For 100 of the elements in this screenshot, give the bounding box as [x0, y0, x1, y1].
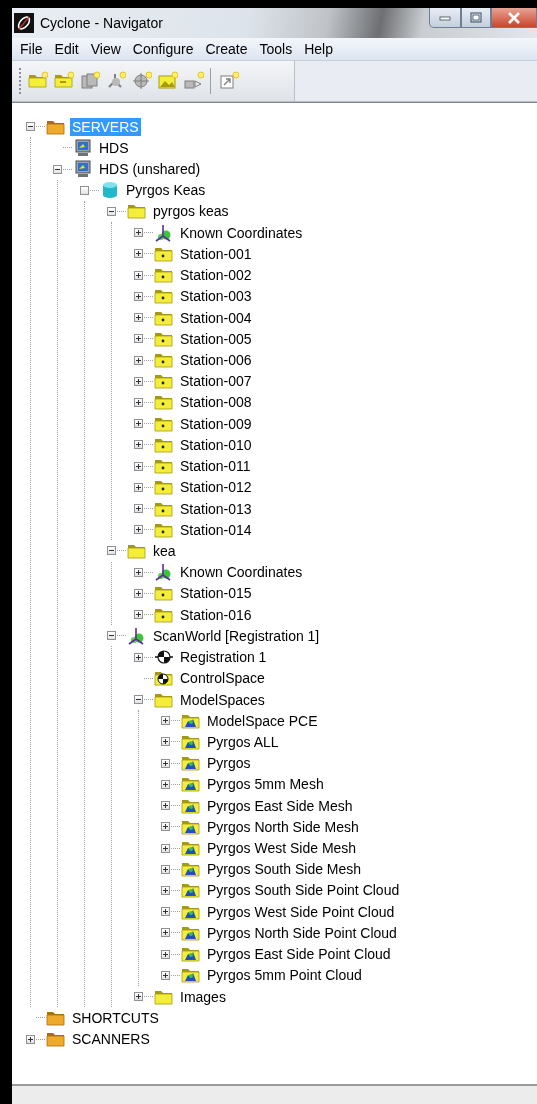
tree-item[interactable]: Pyrgos East Side Point Cloud [205, 945, 393, 964]
expand-button[interactable] [134, 376, 143, 386]
expand-button[interactable] [161, 886, 170, 895]
expand-button[interactable] [134, 419, 143, 429]
menu-item[interactable]: File [14, 41, 49, 57]
expand-button[interactable] [161, 779, 170, 789]
plus-icon [135, 377, 142, 385]
expand-button[interactable] [161, 843, 170, 853]
expand-button[interactable] [134, 482, 143, 492]
tree-item[interactable]: ControlSpace [178, 669, 267, 688]
plus-icon [135, 271, 142, 279]
expand-button[interactable] [134, 504, 143, 514]
tree-item[interactable]: Known Coordinates [178, 563, 305, 582]
expand-button[interactable] [134, 397, 143, 407]
expand-button[interactable] [161, 949, 170, 959]
tree-item[interactable]: Pyrgos West Side Point Cloud [205, 902, 397, 921]
tree-item[interactable]: HDS (unshared) [97, 160, 203, 179]
expand-button[interactable] [134, 270, 143, 280]
expand-button[interactable] [134, 992, 143, 1002]
expand-button[interactable] [134, 652, 143, 662]
tree-item[interactable]: HDS [97, 138, 131, 157]
minus-icon [108, 208, 115, 215]
tree-item[interactable]: ModelSpaces [178, 690, 267, 709]
pages-star-icon [79, 71, 100, 91]
close-button[interactable] [491, 8, 537, 28]
expand-button[interactable] [134, 228, 143, 238]
menu-item[interactable]: Create [199, 41, 254, 57]
expand-button[interactable] [134, 610, 143, 620]
tree-item[interactable]: Station-007 [178, 372, 254, 391]
tree-item[interactable]: Station-005 [178, 329, 254, 348]
menu-item[interactable]: Help [298, 41, 339, 57]
tree-item[interactable]: Known Coordinates [178, 223, 305, 242]
expand-button[interactable] [134, 567, 143, 577]
menu-item[interactable]: Edit [48, 41, 85, 57]
tree-item[interactable]: pyrgos keas [151, 202, 231, 221]
collapse-button[interactable] [107, 546, 116, 556]
expand-button[interactable] [161, 716, 170, 726]
expand-button[interactable] [134, 313, 143, 323]
collapse-button[interactable] [107, 207, 116, 216]
expand-button[interactable] [161, 801, 170, 811]
tree-item[interactable]: kea [151, 542, 178, 560]
tree-item[interactable]: Pyrgos East Side Mesh [205, 796, 355, 815]
expand-button[interactable] [134, 291, 143, 301]
collapse-button[interactable] [134, 695, 143, 704]
expand-button[interactable] [134, 525, 143, 535]
expand-button[interactable] [134, 334, 143, 344]
tree-item[interactable]: Registration 1 [178, 648, 269, 667]
minimize-button[interactable] [429, 8, 461, 28]
tree-item[interactable]: Pyrgos Keas [124, 181, 208, 200]
tree-item[interactable]: Station-013 [178, 499, 254, 518]
tree-item[interactable]: Pyrgos 5mm Mesh [205, 775, 326, 794]
tree-item[interactable]: Pyrgos North Side Mesh [205, 817, 361, 836]
expand-button[interactable] [161, 970, 170, 980]
tree-item[interactable]: Station-004 [178, 308, 254, 327]
collapse-button[interactable] [26, 122, 35, 132]
collapse-button[interactable] [107, 631, 116, 641]
tree-item[interactable]: Images [178, 987, 228, 1006]
expand-button[interactable] [161, 907, 170, 917]
tree-item[interactable]: Station-014 [178, 520, 254, 539]
menu-item[interactable]: Tools [253, 41, 299, 57]
tree-item[interactable]: ScanWorld [Registration 1] [151, 626, 322, 645]
tree-item[interactable]: Pyrgos [205, 754, 253, 773]
tree-item[interactable]: Station-010 [178, 435, 254, 454]
menu-item[interactable]: Configure [126, 41, 200, 57]
tree-item[interactable]: Station-006 [178, 351, 254, 369]
expand-button[interactable] [161, 737, 170, 747]
tree-item[interactable]: Station-012 [178, 478, 254, 497]
tree-item[interactable]: ModelSpace PCE [205, 711, 320, 730]
tree-item[interactable]: Pyrgos 5mm Point Cloud [205, 966, 364, 985]
tree-item[interactable]: Station-016 [178, 605, 254, 624]
plus-icon [135, 462, 142, 470]
expander-box[interactable] [80, 185, 89, 195]
expand-button[interactable] [134, 440, 143, 450]
tree-item[interactable]: Pyrgos South Side Point Cloud [205, 881, 402, 900]
collapse-button[interactable] [53, 164, 62, 174]
maximize-button[interactable] [461, 8, 491, 28]
expand-button[interactable] [161, 822, 170, 832]
tree-item[interactable]: Station-015 [178, 584, 254, 603]
tree-item[interactable]: Pyrgos North Side Point Cloud [205, 923, 399, 942]
expand-button[interactable] [134, 588, 143, 598]
tree-item[interactable]: SHORTCUTS [70, 1008, 161, 1027]
expand-button[interactable] [161, 758, 170, 768]
tree-item[interactable]: Pyrgos South Side Mesh [205, 860, 364, 879]
menu-item[interactable]: View [84, 41, 127, 57]
expand-button[interactable] [26, 1034, 35, 1044]
expand-button[interactable] [134, 355, 143, 365]
tree-item[interactable]: Station-008 [178, 393, 254, 412]
tree-item[interactable]: Station-002 [178, 266, 254, 285]
expand-button[interactable] [161, 864, 170, 874]
expand-button[interactable] [161, 928, 170, 938]
tree-item[interactable]: Station-001 [178, 244, 254, 263]
expand-button[interactable] [134, 461, 143, 471]
expand-button[interactable] [134, 249, 143, 259]
tree-item[interactable]: Station-009 [178, 414, 254, 433]
tree-item[interactable]: SCANNERS [70, 1030, 152, 1048]
plus-icon [135, 653, 142, 661]
tree-item[interactable]: Pyrgos ALL [205, 732, 281, 751]
tree-item[interactable]: Station-003 [178, 287, 254, 306]
tree-item[interactable]: Station-011 [178, 457, 253, 476]
tree-item[interactable]: Pyrgos West Side Mesh [205, 839, 359, 858]
